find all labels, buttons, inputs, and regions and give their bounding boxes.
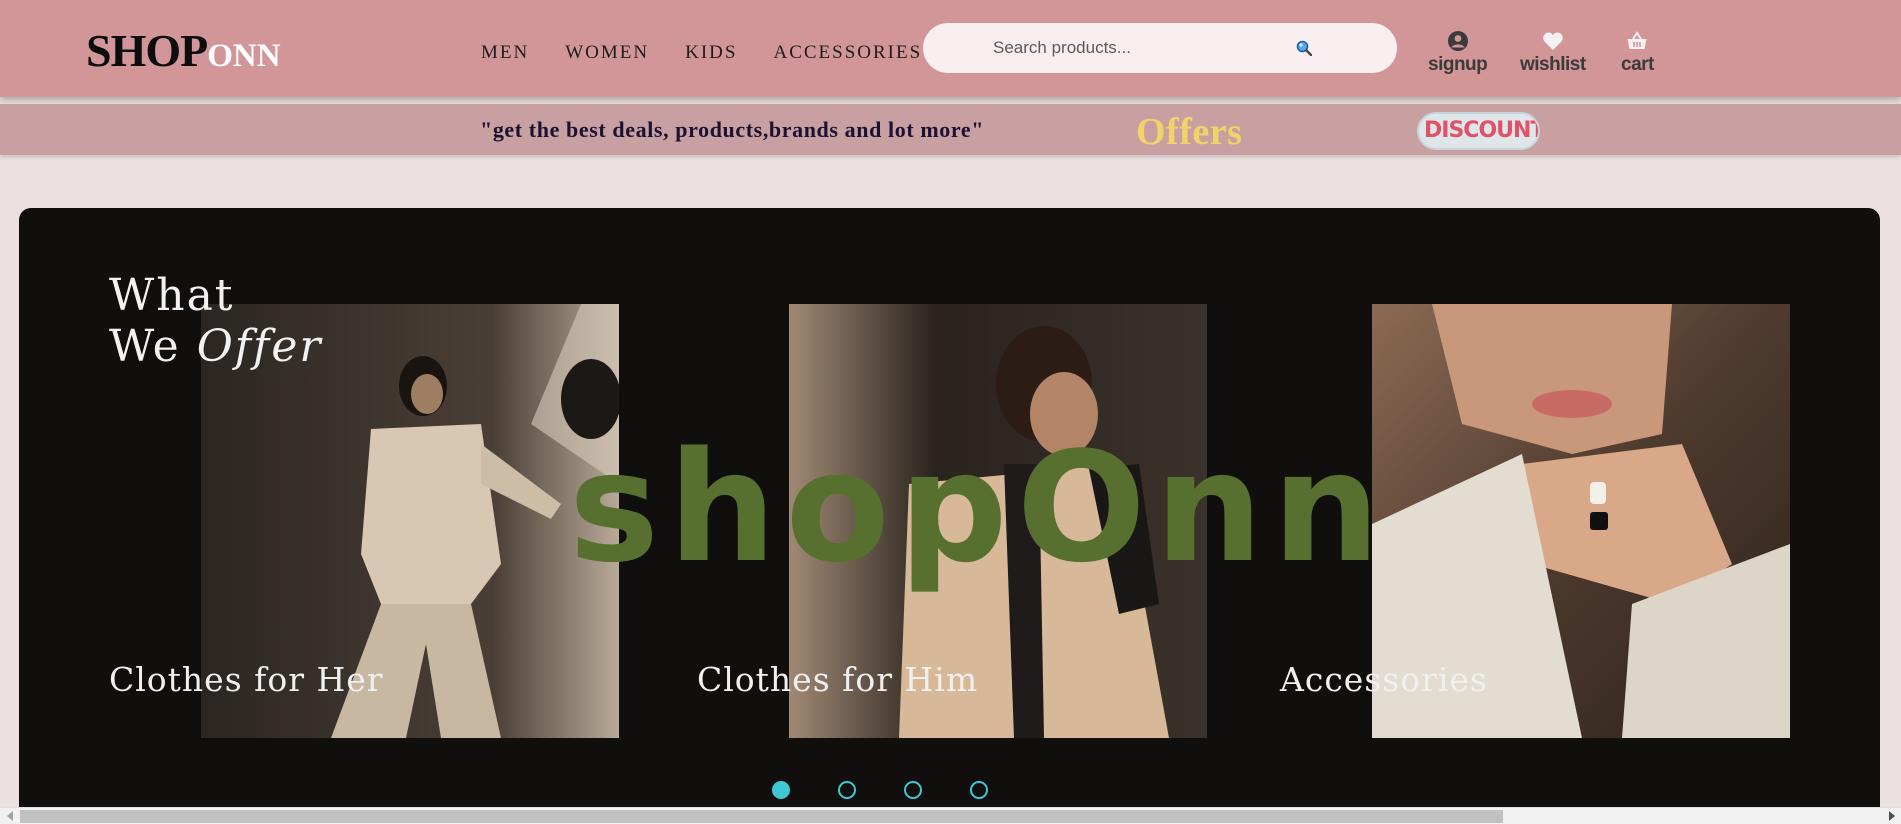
cart-label: cart bbox=[1621, 54, 1654, 75]
horizontal-scrollbar[interactable] bbox=[0, 807, 1901, 824]
promo-tagline: "get the best deals, products,brands and… bbox=[480, 117, 985, 142]
signup-label: signup bbox=[1428, 54, 1488, 75]
carousel-dots bbox=[772, 781, 988, 799]
nav-link-kids[interactable]: KIDS bbox=[685, 42, 737, 64]
site-logo[interactable]: SHOPONN bbox=[86, 24, 281, 77]
site-header: SHOPONN MEN WOMEN KIDS ACCESSORIES signu… bbox=[0, 0, 1901, 97]
logo-onn: ONN bbox=[207, 38, 281, 74]
cart-link[interactable]: cart bbox=[1621, 30, 1654, 76]
banner-title-offer: Offer bbox=[196, 321, 323, 372]
caption-accessories[interactable]: Accessories bbox=[1280, 660, 1488, 699]
banner-wordmark: shopOnn bbox=[568, 419, 1390, 596]
carousel-dot-3[interactable] bbox=[904, 781, 922, 799]
offers-link[interactable]: Offers bbox=[1136, 110, 1242, 154]
discounts-badge[interactable]: DISCOUNTS bbox=[1417, 112, 1540, 150]
search-icon[interactable] bbox=[1296, 40, 1313, 57]
nav-link-accessories[interactable]: ACCESSORIES bbox=[773, 42, 922, 64]
carousel-dot-2[interactable] bbox=[838, 781, 856, 799]
caption-clothes-for-her[interactable]: Clothes for Her bbox=[109, 660, 384, 699]
search-bar bbox=[923, 23, 1397, 73]
nav-link-men[interactable]: MEN bbox=[481, 42, 529, 64]
banner-title-line2: We Offer bbox=[109, 321, 322, 372]
promo-strip: "get the best deals, products,brands and… bbox=[0, 104, 1901, 155]
scroll-right-arrow-icon[interactable] bbox=[1889, 811, 1895, 821]
heart-icon bbox=[1543, 32, 1563, 50]
signup-link[interactable]: signup bbox=[1428, 30, 1488, 76]
banner-title-we: We bbox=[109, 321, 181, 372]
caption-clothes-for-him[interactable]: Clothes for Him bbox=[697, 660, 978, 699]
nav-link-women[interactable]: WOMEN bbox=[565, 42, 649, 64]
carousel-dot-4[interactable] bbox=[970, 781, 988, 799]
banner-title: What We Offer bbox=[109, 270, 322, 372]
scroll-left-arrow-icon[interactable] bbox=[7, 811, 13, 821]
main-nav: MEN WOMEN KIDS ACCESSORIES bbox=[481, 42, 958, 64]
banner-title-line1: What bbox=[109, 270, 235, 321]
carousel-dot-1[interactable] bbox=[772, 781, 790, 799]
wishlist-link[interactable]: wishlist bbox=[1520, 30, 1586, 76]
discounts-label: DISCOUNTS bbox=[1424, 118, 1538, 143]
scrollbar-thumb[interactable] bbox=[20, 810, 1503, 823]
wishlist-label: wishlist bbox=[1520, 54, 1586, 75]
user-icon bbox=[1447, 31, 1468, 51]
basket-icon bbox=[1627, 31, 1647, 49]
logo-shop: SHOP bbox=[86, 25, 208, 76]
hero-banner: What We Offer shopOnn Clothes for Her Cl… bbox=[19, 208, 1880, 808]
search-input[interactable] bbox=[993, 34, 1293, 62]
